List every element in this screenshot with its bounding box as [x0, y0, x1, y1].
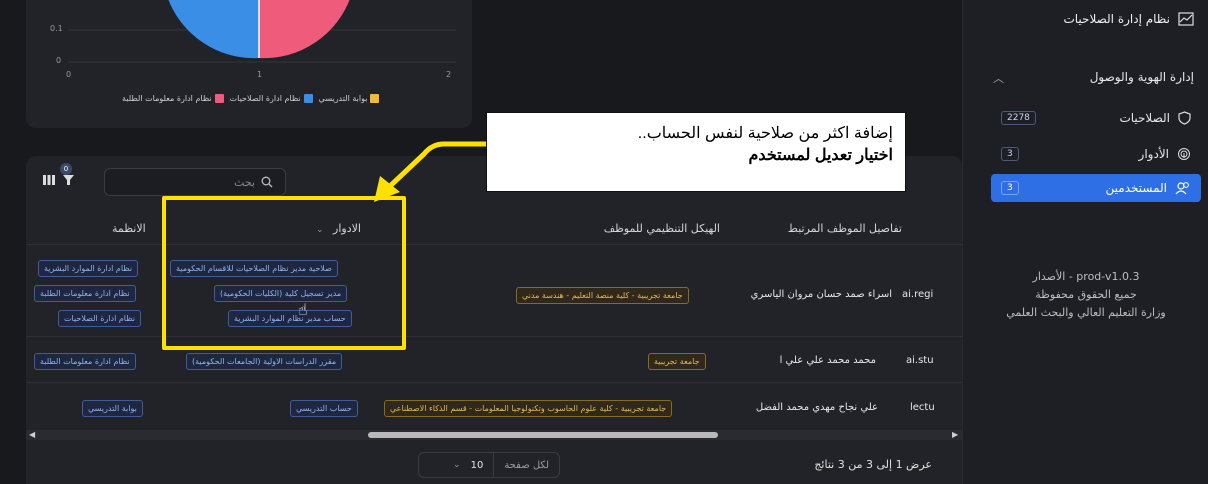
y-tick-label: 0.1 [50, 24, 63, 33]
rights-text: جميع الحقوق محفوظة [1035, 288, 1137, 301]
chevron-up-icon[interactable]: ︿ [993, 70, 1004, 86]
system-tag: بوابة التدريسي [82, 400, 143, 417]
sidebar-item-label: المستخدمين [1105, 181, 1167, 195]
scroll-thumb[interactable] [368, 432, 718, 438]
sidebar-item-label: الصلاحيات [1119, 111, 1170, 125]
chart-line-icon [1178, 12, 1194, 26]
roles-highlight-box [162, 196, 406, 350]
filter-icon[interactable] [62, 174, 75, 186]
annotation-arrow [374, 141, 489, 202]
scroll-left-arrow-icon[interactable]: ◀ [29, 430, 35, 439]
version-text: الأصدار - prod-v1.0.3 [1032, 270, 1140, 283]
x-tick-label: 1 [257, 70, 263, 79]
sidebar-footer: الأصدار - prod-v1.0.3 جميع الحقوق محفوظة… [963, 268, 1208, 322]
pie-slice-students [259, 0, 350, 59]
sidebar-app-title[interactable]: نظام إدارة الصلاحيات [1063, 12, 1194, 26]
page-size-select[interactable]: لكل صفحة 10 ⌄ [418, 452, 560, 478]
filter-count-badge: 0 [60, 163, 72, 175]
employee-name: محمد محمد علي علي ا [779, 355, 876, 366]
annotation-callout: إضافة اكثر من صلاحية لنفس الحساب.. اختيا… [486, 112, 906, 192]
chart-legend: بوابة التدريسي نظام ادارة الصلاحيات نظام… [122, 94, 380, 103]
scroll-right-arrow-icon[interactable]: ▶ [952, 430, 958, 439]
role-tag[interactable]: مقرر الدراسات الاولية (الجامعات الحكومية… [186, 353, 343, 370]
count-badge: 2278 [1001, 111, 1036, 125]
column-header-org[interactable]: الهيكل التنظيمي للموظف [604, 222, 720, 235]
sidebar-item-roles[interactable]: الأدوار 3 [991, 140, 1201, 168]
page-size-label: لكل صفحة [493, 453, 559, 477]
shield-icon [1178, 111, 1191, 125]
employee-name: علي نجاح مهدي محمد الفضل [755, 402, 878, 413]
employee-name: اسراء صمد حسان مروان الياسري [750, 289, 892, 300]
fingerprint-icon [1178, 148, 1190, 160]
legend-swatch [370, 94, 380, 103]
role-tag[interactable]: حساب التدريسي [290, 400, 358, 417]
chevron-down-icon: ⌄ [453, 460, 461, 470]
legend-item[interactable]: بوابة التدريسي [319, 94, 380, 103]
search-input[interactable]: بحث [104, 168, 286, 196]
legend-label: بوابة التدريسي [318, 94, 368, 103]
legend-label: نظام ادارة معلومات الطلبة [122, 94, 212, 103]
org-text: وزارة التعليم العالي والبحث العلمي [1006, 306, 1166, 319]
pie-slice-permissions [168, 0, 259, 59]
results-summary: عرض 1 إلى 3 من 3 نتائج [814, 458, 932, 471]
search-icon [261, 176, 273, 188]
annotation-line-2: اختيار تعديل لمستخدم [748, 147, 893, 164]
system-tag: نظام ادارة معلومات الطلبة [34, 285, 136, 302]
annotation-line-1: إضافة اكثر من صلاحية لنفس الحساب.. [637, 125, 893, 142]
users-icon [1175, 182, 1189, 195]
column-header-employee[interactable]: تفاصيل الموظف المرتبط [788, 222, 902, 235]
legend-item[interactable]: نظام ادارة معلومات الطلبة [122, 94, 224, 103]
system-tag: نظام ادارة الصلاحيات [58, 310, 142, 327]
sidebar-item-permissions[interactable]: الصلاحيات 2278 [991, 104, 1201, 132]
table-tools [42, 174, 75, 186]
column-header-systems[interactable]: الانظمة [112, 222, 146, 235]
count-badge: 3 [1001, 181, 1019, 195]
sidebar-item-label: الأدوار [1138, 147, 1169, 161]
columns-icon[interactable] [42, 174, 56, 186]
count-badge: 3 [1001, 147, 1019, 161]
x-tick-label: 2 [446, 70, 452, 79]
org-tag: جامعة تجريبية [648, 353, 706, 370]
y-tick-label: 0 [56, 56, 62, 65]
system-tag: نظام ادارة معلومات الطلبة [34, 353, 136, 370]
legend-swatch [303, 94, 313, 103]
user-id[interactable]: ai.stu [906, 355, 934, 366]
legend-item[interactable]: نظام ادارة الصلاحيات [230, 94, 313, 103]
row-divider [26, 382, 962, 383]
search-placeholder: بحث [234, 175, 255, 189]
system-tag: نظام ادارة الموارد البشرية [38, 260, 139, 277]
sidebar-section-title[interactable]: إدارة الهوية والوصول [1090, 70, 1194, 84]
sidebar-app-title-label: نظام إدارة الصلاحيات [1063, 12, 1170, 26]
x-tick-label: 0 [66, 70, 72, 79]
app-root: نظام إدارة الصلاحيات إدارة الهوية والوصو… [0, 0, 1208, 484]
org-tag: جامعة تجريبية - كلية منصة التعليم - هندس… [516, 287, 689, 304]
org-tag: جامعة تجريبية - كلية علوم الحاسوب وتكنول… [384, 400, 673, 417]
horizontal-scrollbar[interactable]: ◀ ▶ [26, 430, 962, 440]
chart-card: 0.1 0 0 1 2 بوابة التدريسي نظام ادارة ال… [26, 0, 472, 128]
user-id[interactable]: ai.regi [902, 289, 933, 300]
legend-label: نظام ادارة الصلاحيات [229, 94, 301, 103]
sidebar: نظام إدارة الصلاحيات إدارة الهوية والوصو… [962, 0, 1208, 484]
user-id[interactable]: lectu [910, 402, 935, 413]
sidebar-item-users[interactable]: المستخدمين 3 [991, 174, 1201, 202]
legend-swatch [214, 94, 224, 103]
pie-chart [68, 0, 456, 63]
hand-cursor-icon: ☝ [298, 300, 308, 319]
page-size-value: 10 [470, 459, 484, 471]
